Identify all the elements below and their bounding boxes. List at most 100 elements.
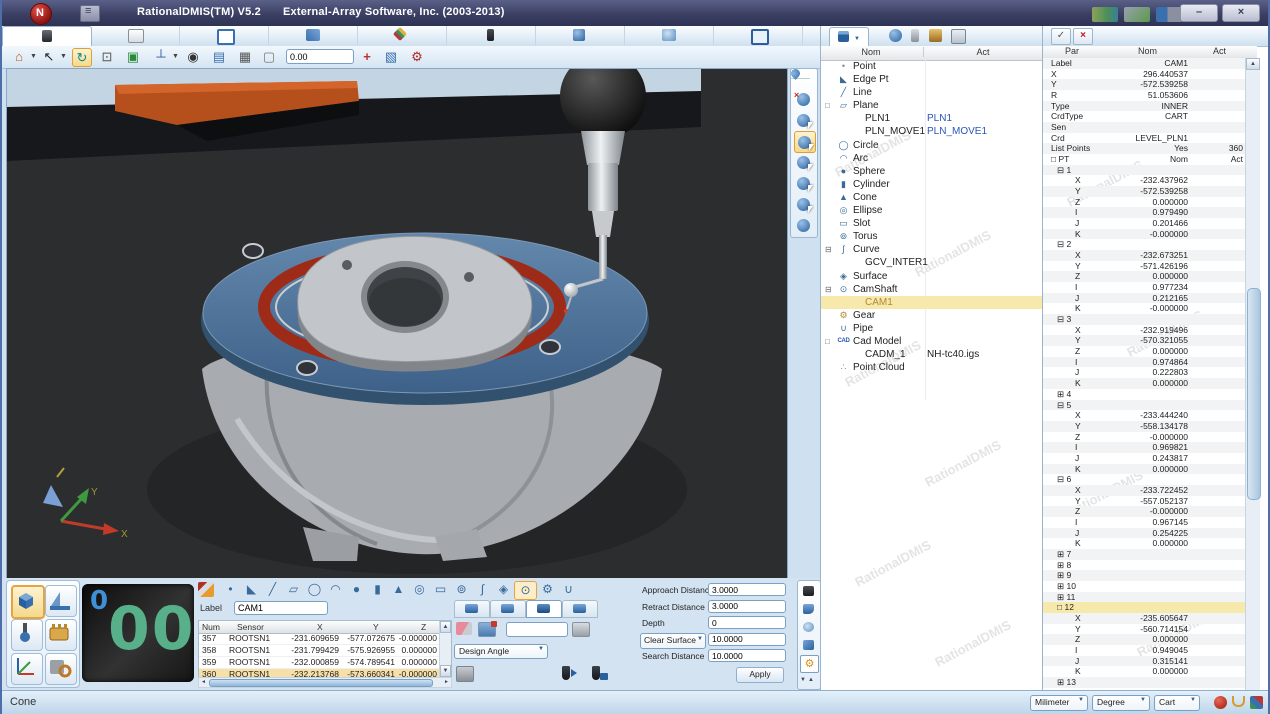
data-row[interactable]: Y -570.321055 xyxy=(1043,335,1245,346)
tab-probe[interactable] xyxy=(447,26,536,45)
data-row[interactable]: I 0.979490 xyxy=(1043,207,1245,218)
point-row[interactable]: 359 ROOTSN1 -232.000859 -574.789541 0.00… xyxy=(199,657,439,669)
feature-icon[interactable]: ◣ xyxy=(241,581,262,598)
point-row[interactable]: 357 ROOTSN1 -231.609659 -577.072675 -0.0… xyxy=(199,633,439,645)
data-row[interactable]: K -0.000000 xyxy=(1043,229,1245,240)
feature-icon[interactable]: • xyxy=(220,581,241,598)
data-row[interactable]: R 51.053606 xyxy=(1043,90,1245,101)
data-row[interactable]: Sen xyxy=(1043,122,1245,133)
design-angle-select[interactable]: Design Angle ▼ xyxy=(454,644,548,659)
hscroll-thumb[interactable] xyxy=(209,679,433,687)
data-row[interactable]: I 0.967145 xyxy=(1043,517,1245,528)
probe-build-button[interactable]: ⚙ xyxy=(408,48,426,65)
tree-item[interactable]: ∴ Point Cloud xyxy=(821,361,1043,374)
data-row[interactable]: Label CAM1 xyxy=(1043,58,1245,69)
machine-axes-button[interactable]: ┴ xyxy=(152,48,170,65)
feature-icon[interactable]: ∫ xyxy=(472,581,493,598)
viewport-3d[interactable]: X Y xyxy=(6,68,788,580)
data-row[interactable]: List Points Yes 360 xyxy=(1043,143,1245,154)
feature-icon[interactable]: ▭ xyxy=(430,581,451,598)
data-row[interactable]: ⊞ 4 xyxy=(1043,389,1245,400)
home-view-button[interactable]: ⌂ xyxy=(10,48,28,65)
data-row[interactable]: K 0.000000 xyxy=(1043,666,1245,677)
apply-button[interactable]: Apply xyxy=(736,667,784,683)
sphere-tool-icon[interactable] xyxy=(889,29,902,42)
sheet-tool-icon[interactable] xyxy=(951,29,966,44)
feature-icon[interactable]: ◎ xyxy=(409,581,430,598)
data-row[interactable]: J 0.212165 xyxy=(1043,293,1245,304)
probe-path-button[interactable] xyxy=(800,637,817,653)
data-row[interactable]: CrdType CART xyxy=(1043,111,1245,122)
tab-sound[interactable] xyxy=(454,600,490,618)
data-row[interactable]: ⊟ 3 xyxy=(1043,314,1245,325)
data-row[interactable]: Y -572.539258 xyxy=(1043,79,1245,90)
data-row[interactable]: I 0.949045 xyxy=(1043,645,1245,656)
tree-item[interactable]: ╱ Line xyxy=(821,86,1043,99)
box-select-button[interactable]: ▢ xyxy=(260,48,278,65)
data-row[interactable]: ⊞ 9 xyxy=(1043,570,1245,581)
data-row[interactable]: Z 0.000000 xyxy=(1043,197,1245,208)
data-row[interactable]: X 296.440537 xyxy=(1043,69,1245,80)
axes-dropdown-icon[interactable]: ▼ xyxy=(172,48,179,65)
feature-icon[interactable]: ◈ xyxy=(493,581,514,598)
tree-item[interactable]: □ ▱ Plane xyxy=(821,99,1043,112)
cancel-button[interactable]: × xyxy=(1073,28,1093,45)
data-row[interactable]: J 0.315141 xyxy=(1043,656,1245,667)
data-row[interactable]: J 0.243817 xyxy=(1043,453,1245,464)
tree-tab[interactable]: ▼ xyxy=(829,27,869,46)
capture-button[interactable]: ▦ xyxy=(236,48,254,65)
zoom-window-button[interactable]: ⊡ xyxy=(98,48,116,65)
minimize-button[interactable]: – xyxy=(1180,4,1218,22)
points-vscrollbar[interactable]: ▲ ▼ xyxy=(439,621,451,677)
offset-value-input[interactable] xyxy=(286,49,354,64)
confirm-button[interactable]: ✓ xyxy=(1051,28,1071,45)
data-row[interactable]: X -232.437962 xyxy=(1043,175,1245,186)
probe-move-button[interactable] xyxy=(794,194,814,214)
data-row[interactable]: □ 12 xyxy=(1043,602,1245,613)
scroll-thumb[interactable] xyxy=(1247,288,1261,500)
shield-button[interactable] xyxy=(800,601,817,617)
feature-delete-button[interactable]: × xyxy=(794,89,814,109)
data-row[interactable]: J 0.222803 xyxy=(1043,367,1245,378)
tree-item[interactable]: ▮ Cylinder xyxy=(821,178,1043,191)
data-row[interactable]: ⊟ 6 xyxy=(1043,474,1245,485)
feature-icon[interactable]: ◠ xyxy=(325,581,346,598)
magnifier-button[interactable] xyxy=(800,619,817,635)
data-row[interactable]: K -0.000000 xyxy=(1043,303,1245,314)
data-row[interactable]: Y -571.426196 xyxy=(1043,261,1245,272)
expand-box-icon[interactable]: ⊟ xyxy=(825,283,835,296)
view-cube-button[interactable] xyxy=(11,585,45,619)
settings-gear-button[interactable]: ⚙ xyxy=(800,655,819,673)
data-row[interactable]: K 0.000000 xyxy=(1043,538,1245,549)
data-row[interactable]: ⊞ 10 xyxy=(1043,581,1245,592)
alignment-button[interactable] xyxy=(45,585,77,617)
label-input[interactable] xyxy=(234,601,328,615)
probe-select-icon[interactable] xyxy=(592,666,600,680)
data-row[interactable]: Y -572.539258 xyxy=(1043,186,1245,197)
tree-item[interactable]: CADM_1 NH-tc40.igs xyxy=(821,348,1043,361)
close-button[interactable]: × xyxy=(1222,4,1260,22)
tree-item[interactable]: ▲ Cone xyxy=(821,191,1043,204)
home-dropdown-icon[interactable]: ▼ xyxy=(30,48,37,65)
system-menu-icon[interactable] xyxy=(80,5,100,22)
filter-input[interactable] xyxy=(506,622,568,637)
approach-input[interactable] xyxy=(708,583,786,596)
table-lock-icon[interactable] xyxy=(456,666,474,682)
tab-machine[interactable] xyxy=(714,26,803,45)
data-scrollbar[interactable]: ▲ ▼ xyxy=(1245,58,1260,714)
probe-run-icon[interactable] xyxy=(562,666,570,680)
tree-item[interactable]: ∪ Pipe xyxy=(821,322,1043,335)
tab-feature[interactable] xyxy=(536,26,625,45)
tab-transform[interactable] xyxy=(269,26,358,45)
feature-icon[interactable]: ⊙ xyxy=(514,581,537,600)
probe-config-button[interactable] xyxy=(11,619,43,651)
eraser-icon[interactable] xyxy=(456,622,472,635)
select-cursor-button[interactable]: ↖ xyxy=(40,48,58,65)
data-row[interactable]: Z -0.000000 xyxy=(1043,506,1245,517)
dro-window-icon[interactable] xyxy=(1156,7,1182,22)
data-row[interactable]: X -232.919496 xyxy=(1043,325,1245,336)
fixture-tool-icon[interactable] xyxy=(929,29,942,42)
measure-machine-button[interactable] xyxy=(800,583,817,599)
edit-table-icon[interactable] xyxy=(478,622,496,637)
tab-measure[interactable] xyxy=(2,26,92,46)
